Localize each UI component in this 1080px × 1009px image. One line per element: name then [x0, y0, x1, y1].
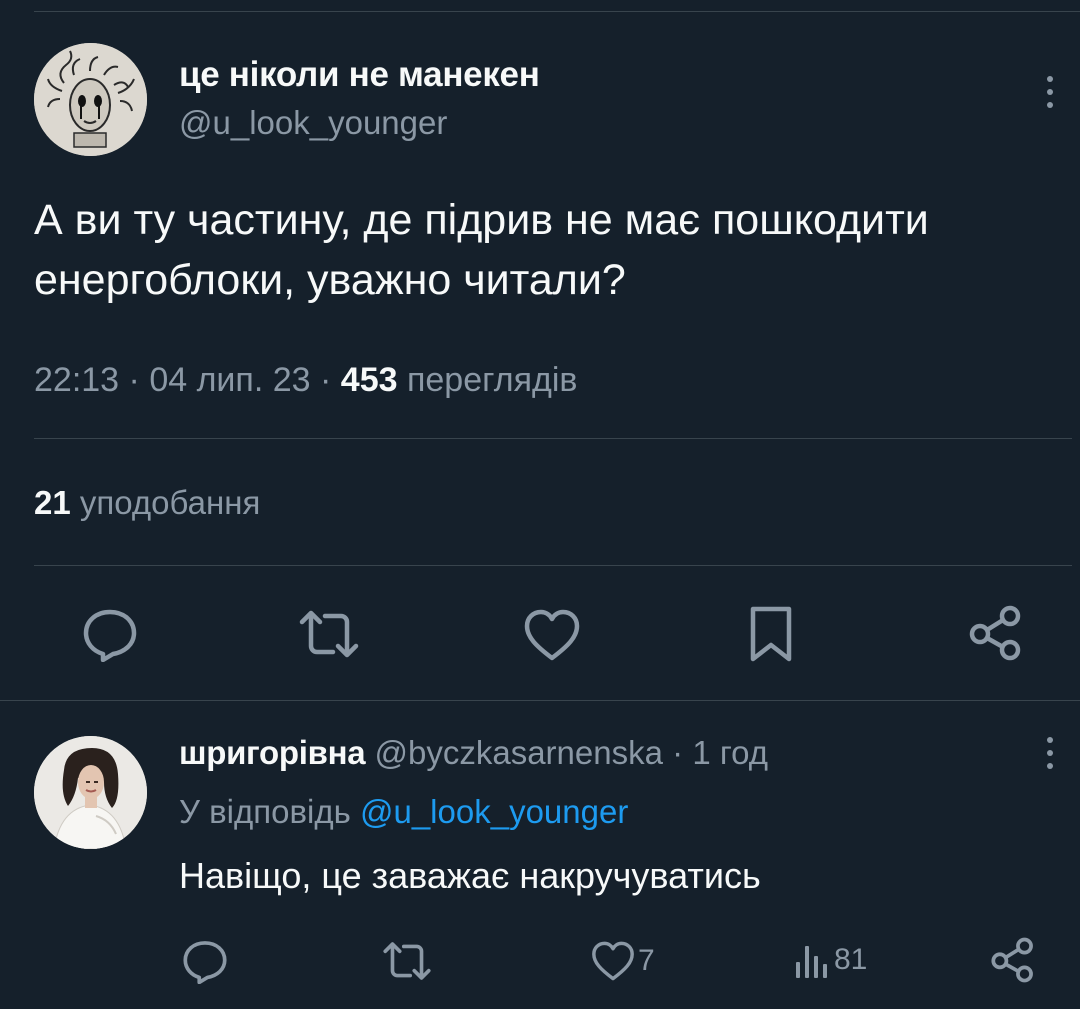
reply-header: шригорівна @byczkasarnenska · 1 год — [179, 734, 768, 772]
divider — [0, 700, 1080, 701]
retweet-icon — [383, 942, 431, 980]
likes-count: 21 — [34, 484, 71, 521]
views-count: 453 — [340, 361, 398, 399]
share-button[interactable] — [968, 604, 1024, 662]
like-icon — [592, 941, 634, 981]
tweet-time[interactable]: 22:13 — [34, 361, 119, 399]
tweet-meta: 22:13 · 04 лип. 23 · 453 переглядів — [34, 361, 577, 400]
author-handle[interactable]: @u_look_younger — [179, 104, 447, 142]
share-icon — [969, 605, 1021, 661]
more-options-icon[interactable] — [1040, 76, 1060, 108]
likes-label: уподобання — [79, 484, 261, 521]
replying-to-label: У відповідь — [179, 793, 351, 830]
bookmark-button[interactable] — [748, 604, 794, 664]
reply-icon — [83, 609, 137, 662]
tweet-text: А ви ту частину, де підрив не має пошкод… — [34, 196, 929, 304]
retweet-icon — [299, 610, 359, 658]
like-icon — [524, 609, 580, 661]
meta-separator: · — [320, 361, 341, 399]
retweet-button[interactable] — [298, 608, 360, 660]
reply-time[interactable]: 1 год — [692, 734, 768, 771]
reply-author-avatar[interactable] — [34, 736, 147, 849]
author-display-name[interactable]: це ніколи не манекен — [179, 55, 540, 95]
reply-icon — [183, 941, 227, 984]
like-button[interactable] — [522, 608, 582, 662]
more-dot — [1047, 737, 1053, 743]
divider — [34, 565, 1072, 566]
reply-text: Навіщо, це заважає накручуватись — [179, 855, 761, 896]
more-options-icon[interactable] — [1040, 737, 1060, 769]
reply-share-button[interactable] — [990, 936, 1036, 984]
views-label: переглядів — [406, 361, 578, 399]
bookmark-icon — [750, 606, 792, 662]
more-dot — [1047, 76, 1053, 82]
tweet-date[interactable]: 04 лип. 23 — [149, 361, 310, 399]
more-dot — [1047, 750, 1053, 756]
more-dot — [1047, 89, 1053, 95]
author-avatar[interactable] — [34, 43, 147, 156]
meta-separator: · — [672, 734, 684, 771]
reply-like-button[interactable]: 7 — [590, 940, 655, 982]
reply-button[interactable] — [80, 606, 140, 662]
likes-summary[interactable]: 21 уподобання — [34, 484, 260, 522]
replying-to-mention[interactable]: @u_look_younger — [360, 793, 628, 830]
more-dot — [1047, 763, 1053, 769]
meta-separator: · — [128, 361, 150, 399]
reply-views-button[interactable]: 81 — [792, 940, 867, 980]
views-icon — [796, 946, 827, 978]
divider — [34, 438, 1072, 439]
top-divider — [34, 11, 1080, 12]
reply-reply-button[interactable] — [180, 938, 230, 984]
reply-views-count: 81 — [834, 943, 868, 976]
share-icon — [991, 937, 1033, 983]
reply-author-handle[interactable]: @byczkasarnenska — [375, 734, 663, 771]
replying-to: У відповідь @u_look_younger — [179, 793, 628, 831]
reply-retweet-button[interactable] — [382, 940, 432, 982]
more-dot — [1047, 102, 1053, 108]
reply-like-count: 7 — [638, 944, 655, 977]
reply-author-name[interactable]: шригорівна — [179, 734, 366, 771]
